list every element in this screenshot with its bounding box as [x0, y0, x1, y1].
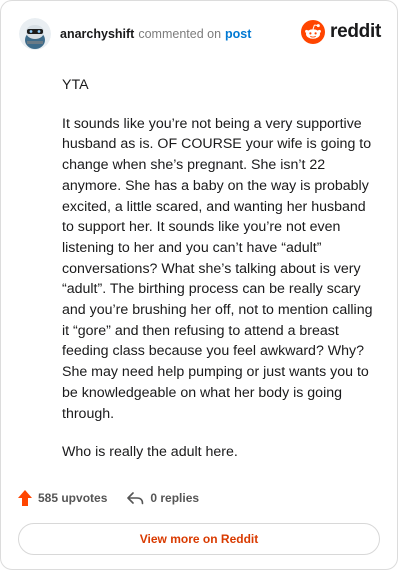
comment-paragraph: It sounds like you’re not being a very s…	[62, 115, 373, 422]
comment-footer: 585 upvotes 0 replies	[18, 490, 199, 506]
comment-body: YTA It sounds like you’re not being a ve…	[62, 75, 381, 481]
snoo-avatar-icon	[19, 18, 51, 50]
reply-stat[interactable]: 0 replies	[127, 491, 199, 505]
view-more-button[interactable]: View more on Reddit	[18, 523, 380, 555]
reply-count: 0 replies	[150, 491, 200, 505]
post-link[interactable]: post	[225, 27, 251, 41]
comment-meta: anarchyshift commented on post	[60, 27, 251, 41]
upvote-arrow-icon	[18, 490, 32, 506]
reddit-logo-icon	[301, 20, 326, 44]
reddit-wordmark: reddit	[330, 21, 381, 42]
comment-paragraph: Who is really the adult here.	[62, 444, 238, 461]
comment-header: anarchyshift commented on post reddit	[19, 17, 381, 51]
user-avatar[interactable]	[19, 18, 51, 50]
username-link[interactable]: anarchyshift	[60, 27, 134, 41]
upvote-count: 585 upvotes	[38, 491, 108, 505]
comment-paragraph: YTA	[62, 77, 89, 93]
upvote-stat[interactable]: 585 upvotes	[18, 490, 107, 506]
comment-card: anarchyshift commented on post reddit YT…	[0, 0, 398, 570]
action-text: commented on	[138, 27, 222, 41]
reply-arrow-icon	[127, 492, 144, 505]
reddit-brand[interactable]: reddit	[301, 20, 381, 44]
